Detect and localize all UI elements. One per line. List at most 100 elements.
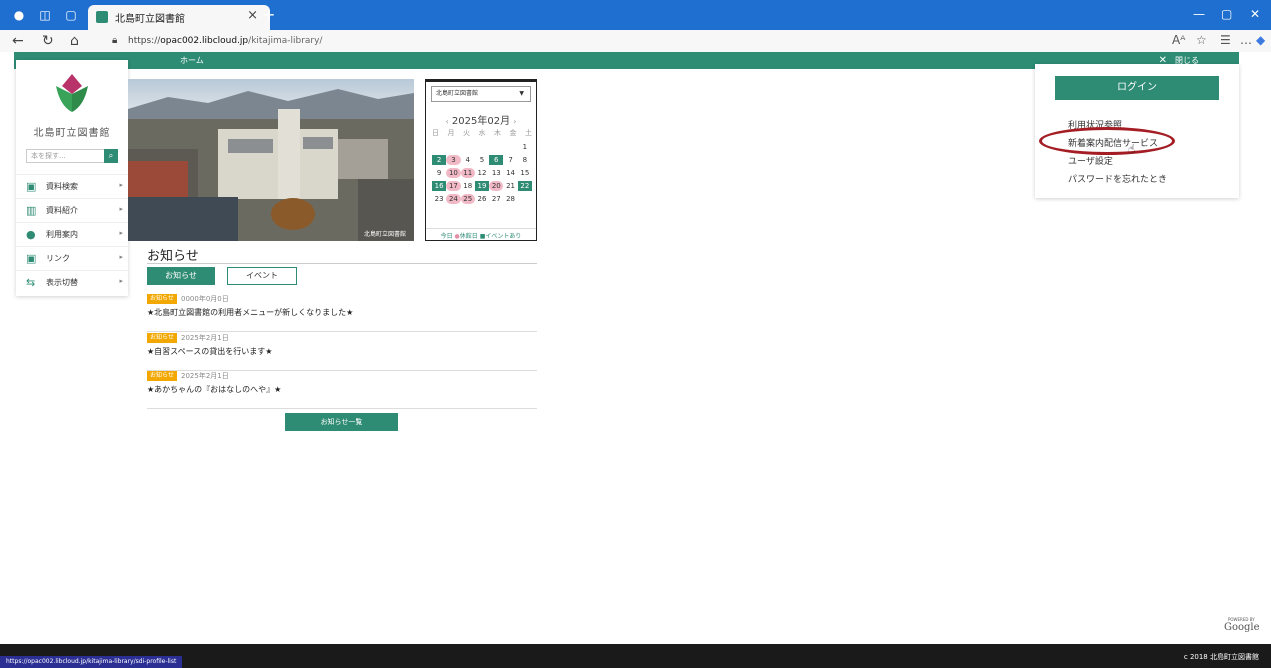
news-date: 2025年2月1日: [181, 334, 229, 342]
chevron-right-icon: ▸: [119, 205, 123, 213]
news-date: 0000年0月0日: [181, 295, 229, 303]
profile-icon[interactable]: ●: [12, 8, 26, 22]
calendar-day[interactable]: 27: [489, 194, 503, 204]
calendar-day[interactable]: 5: [475, 155, 489, 165]
calendar-day[interactable]: 17: [446, 181, 461, 191]
new-tab-icon[interactable]: +: [262, 5, 275, 24]
calendar-blank: [475, 142, 489, 152]
google-label: Google: [1224, 622, 1260, 633]
news-badge: お知らせ: [147, 294, 177, 304]
lock-icon: 🔒︎: [112, 35, 118, 46]
tab-event[interactable]: イベント: [227, 267, 297, 285]
news-item[interactable]: お知らせ 0000年0月0日 ★北島町立図書館の利用者メニューが新しくなりました…: [147, 294, 537, 332]
favorite-star-icon[interactable]: ☆: [1196, 33, 1207, 47]
search-button[interactable]: ⌕: [104, 149, 118, 163]
sidebar-item-label: 利用案内: [46, 230, 78, 239]
close-window-icon[interactable]: ✕: [1250, 7, 1260, 21]
chevron-right-icon: ▸: [119, 229, 123, 237]
calendar-day[interactable]: 19: [474, 181, 490, 191]
calendar-day[interactable]: 6: [489, 155, 504, 165]
user-settings-link[interactable]: ユーザ設定: [1068, 154, 1113, 167]
calendar-day[interactable]: 21: [503, 181, 517, 191]
sidebar-item-guide[interactable]: ● 利用案内 ▸: [16, 222, 128, 246]
calendar-day[interactable]: 1: [518, 142, 532, 152]
highlight-ring: [1039, 127, 1175, 155]
home-icon[interactable]: ⌂: [70, 33, 79, 49]
copilot-icon[interactable]: ◆: [1256, 33, 1265, 47]
calendar-day[interactable]: 26: [475, 194, 489, 204]
calendar-day[interactable]: 25: [460, 194, 475, 204]
calendar-day[interactable]: 11: [460, 168, 475, 178]
refresh-icon[interactable]: ↻: [42, 33, 54, 49]
sidebar-item-label: 表示切替: [46, 278, 78, 287]
calendar-day[interactable]: 15: [518, 168, 532, 178]
close-tab-icon[interactable]: ×: [247, 8, 258, 23]
tab-news[interactable]: お知らせ: [147, 267, 215, 285]
forgot-password-link[interactable]: パスワードを忘れたとき: [1068, 172, 1167, 185]
workspaces-icon[interactable]: ◫: [38, 8, 52, 22]
person-icon: ●: [26, 228, 36, 241]
page-footer: c 2018 北島町立図書館: [0, 644, 1271, 668]
news-title-link[interactable]: ★北島町立図書館の利用者メニューが新しくなりました★: [147, 307, 353, 318]
news-item[interactable]: お知らせ 2025年2月1日 ★あかちゃんの『おはなしのへや』★: [147, 371, 537, 409]
calendar-grid: 1 2 3 4 5 6 7 8 9 10 11 12 13 14 15 16 17 18 19 20 21 22 23 24 2…: [432, 142, 532, 204]
weekday: 月: [447, 129, 455, 137]
more-icon[interactable]: …: [1240, 33, 1252, 47]
link-icon: ▣: [26, 252, 37, 265]
news-date: 2025年2月1日: [181, 372, 229, 380]
calendar-day[interactable]: 10: [446, 168, 461, 178]
calendar-day[interactable]: 22: [517, 181, 532, 191]
calendar-day[interactable]: 3: [446, 155, 461, 165]
calendar-day[interactable]: 12: [475, 168, 489, 178]
tab-actions-icon[interactable]: ▢: [64, 8, 78, 22]
calendar-day[interactable]: 7: [503, 155, 517, 165]
calendar-day[interactable]: 28: [503, 194, 517, 204]
weekday: 金: [509, 129, 517, 137]
library-photo: 北島町立図書館: [128, 79, 414, 241]
sidebar-item-label: リンク: [46, 254, 70, 263]
login-button[interactable]: ログイン: [1055, 76, 1219, 100]
calendar-day[interactable]: 16: [432, 181, 447, 191]
news-title-link[interactable]: ★あかちゃんの『おはなしのへや』★: [147, 384, 281, 395]
news-item[interactable]: お知らせ 2025年2月1日 ★自習スペースの貸出を行います★: [147, 333, 537, 371]
read-aloud-icon[interactable]: Aᴬ: [1172, 33, 1185, 47]
url-path: /kitajima-library/: [248, 36, 323, 46]
menu-home-link[interactable]: ホーム: [180, 55, 204, 66]
calendar-day[interactable]: 23: [432, 194, 446, 204]
calendar-day[interactable]: 13: [489, 168, 503, 178]
calendar-day[interactable]: 8: [518, 155, 532, 165]
weekday: 木: [494, 129, 501, 137]
url-field[interactable]: 🔒︎ https://opac002.libcloud.jp/kitajima-…: [100, 32, 1140, 50]
calendar-day[interactable]: 2: [432, 155, 447, 165]
news-heading: お知らせ: [147, 249, 199, 264]
browser-tab[interactable]: 北島町立図書館 ×: [88, 5, 270, 30]
next-month-icon[interactable]: ›: [513, 117, 516, 126]
calendar-widget: 北島町立図書館 ▼ ‹ 2025年02月 › 日 月 火 水 木 金 土 123…: [425, 79, 537, 241]
sidebar-item-links[interactable]: ▣ リンク ▸: [16, 246, 128, 270]
favorites-list-icon[interactable]: ☰: [1220, 33, 1231, 47]
calendar-day[interactable]: 24: [446, 194, 461, 204]
calendar-day[interactable]: 20: [489, 181, 504, 191]
calendar-day[interactable]: 9: [432, 168, 446, 178]
calendar-day[interactable]: 4: [461, 155, 475, 165]
sidebar-item-label: 資料紹介: [46, 206, 78, 215]
news-title-link[interactable]: ★自習スペースの貸出を行います★: [147, 346, 272, 357]
url-prefix: https://: [128, 36, 161, 46]
calendar-blank: [432, 142, 446, 152]
calendar-day[interactable]: 14: [503, 168, 517, 178]
prev-month-icon[interactable]: ‹: [446, 117, 449, 126]
sidebar-item-search[interactable]: ▣ 資料検索 ▸: [16, 174, 128, 198]
library-building-image: [128, 89, 414, 241]
back-icon[interactable]: ←: [12, 33, 24, 49]
sidebar-item-introduction[interactable]: ▥ 資料紹介 ▸: [16, 198, 128, 222]
restore-icon[interactable]: ▢: [1221, 7, 1232, 21]
month-label: 2025年02月: [451, 116, 511, 127]
minimize-icon[interactable]: —: [1193, 7, 1205, 21]
news-list-button[interactable]: お知らせ一覧: [285, 413, 398, 431]
sidebar-item-display[interactable]: ⇆ 表示切替 ▸: [16, 270, 128, 294]
library-select[interactable]: 北島町立図書館 ▼: [431, 86, 531, 102]
calendar-day[interactable]: 18: [461, 181, 475, 191]
chevron-right-icon: ▸: [119, 181, 123, 189]
tab-title: 北島町立図書館: [115, 14, 185, 25]
status-url-tooltip: https://opac002.libcloud.jp/kitajima-lib…: [0, 656, 183, 668]
